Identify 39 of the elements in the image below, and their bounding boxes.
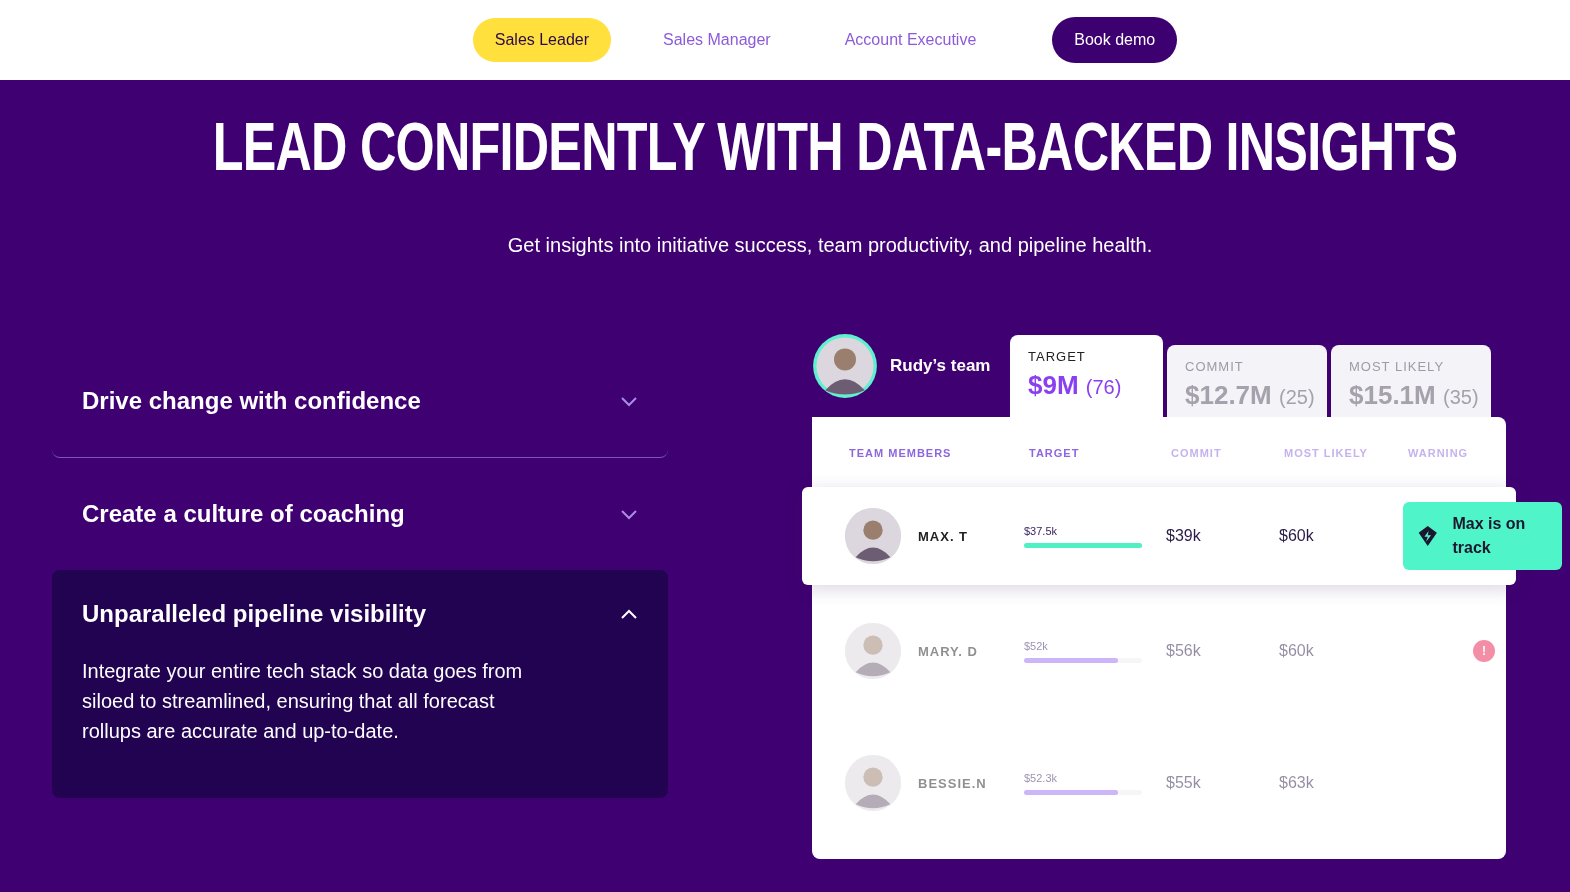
avatar-icon bbox=[844, 754, 902, 812]
member-name: MARY. D bbox=[918, 643, 978, 659]
accordion-title: Drive change with confidence bbox=[82, 387, 421, 415]
commit-amount: $55k bbox=[1166, 774, 1202, 792]
hero-title: LEAD CONFIDENTLY WITH DATA-BACKED INSIGHTS bbox=[212, 108, 1458, 184]
commit-amount: $56k bbox=[1166, 642, 1202, 660]
likely-amount: $63k bbox=[1279, 774, 1315, 792]
avatar-icon bbox=[812, 333, 878, 399]
nav-tab[interactable]: Account Executive bbox=[822, 18, 999, 62]
nav-tab[interactable]: Sales Leader bbox=[472, 18, 612, 62]
column-header: TEAM MEMBERS bbox=[849, 447, 953, 461]
accordion-item[interactable]: Drive change with confidence bbox=[52, 345, 668, 458]
target-amount: $52.3k bbox=[1024, 771, 1059, 784]
accordion-title: Create a culture of coaching bbox=[82, 500, 405, 528]
book-demo-button[interactable]: Book demo bbox=[1052, 17, 1178, 63]
column-header: COMMIT bbox=[1171, 447, 1223, 461]
avatar-icon bbox=[844, 507, 902, 565]
alert-icon: ! bbox=[1473, 640, 1495, 662]
metric-tab[interactable]: TARGET $9M (76) bbox=[1010, 335, 1163, 417]
status-text: Max is on track bbox=[1452, 514, 1527, 558]
target-amount: $52k bbox=[1024, 639, 1049, 652]
accordion-item[interactable]: Unparalleled pipeline visibility Integrate your entire tech stack so data goes from siloed to streamlined, ensuring that all forecast rollups are accurate and up-to-date. bbox=[52, 570, 668, 798]
avatar-icon bbox=[844, 622, 902, 680]
column-header: MOST LIKELY bbox=[1284, 447, 1369, 461]
likely-amount: $60k bbox=[1279, 642, 1315, 660]
member-name: BESSIE.N bbox=[918, 775, 987, 791]
target-amount: $37.5k bbox=[1024, 524, 1059, 537]
team-name: Rudy’s team bbox=[890, 356, 991, 376]
hero-subtitle: Get insights into initiative success, team productivity, and pipeline health. bbox=[506, 234, 1154, 257]
accordion-text: Integrate your entire tech stack so data goes from siloed to streamlined, ensuring that all forecast rollups are accurate and up-to-date. bbox=[82, 659, 524, 744]
likely-amount: $60k bbox=[1279, 527, 1315, 545]
accordion-item[interactable]: Create a culture of coaching bbox=[52, 458, 668, 570]
commit-amount: $39k bbox=[1166, 527, 1202, 545]
column-header: WARNING bbox=[1408, 447, 1470, 461]
chevron-icon[interactable] bbox=[620, 608, 638, 620]
nav-tab[interactable]: Sales Manager bbox=[641, 18, 793, 62]
column-header: TARGET bbox=[1029, 447, 1081, 461]
accordion-title: Unparalleled pipeline visibility bbox=[82, 600, 427, 628]
member-name: MAX. T bbox=[918, 528, 969, 544]
